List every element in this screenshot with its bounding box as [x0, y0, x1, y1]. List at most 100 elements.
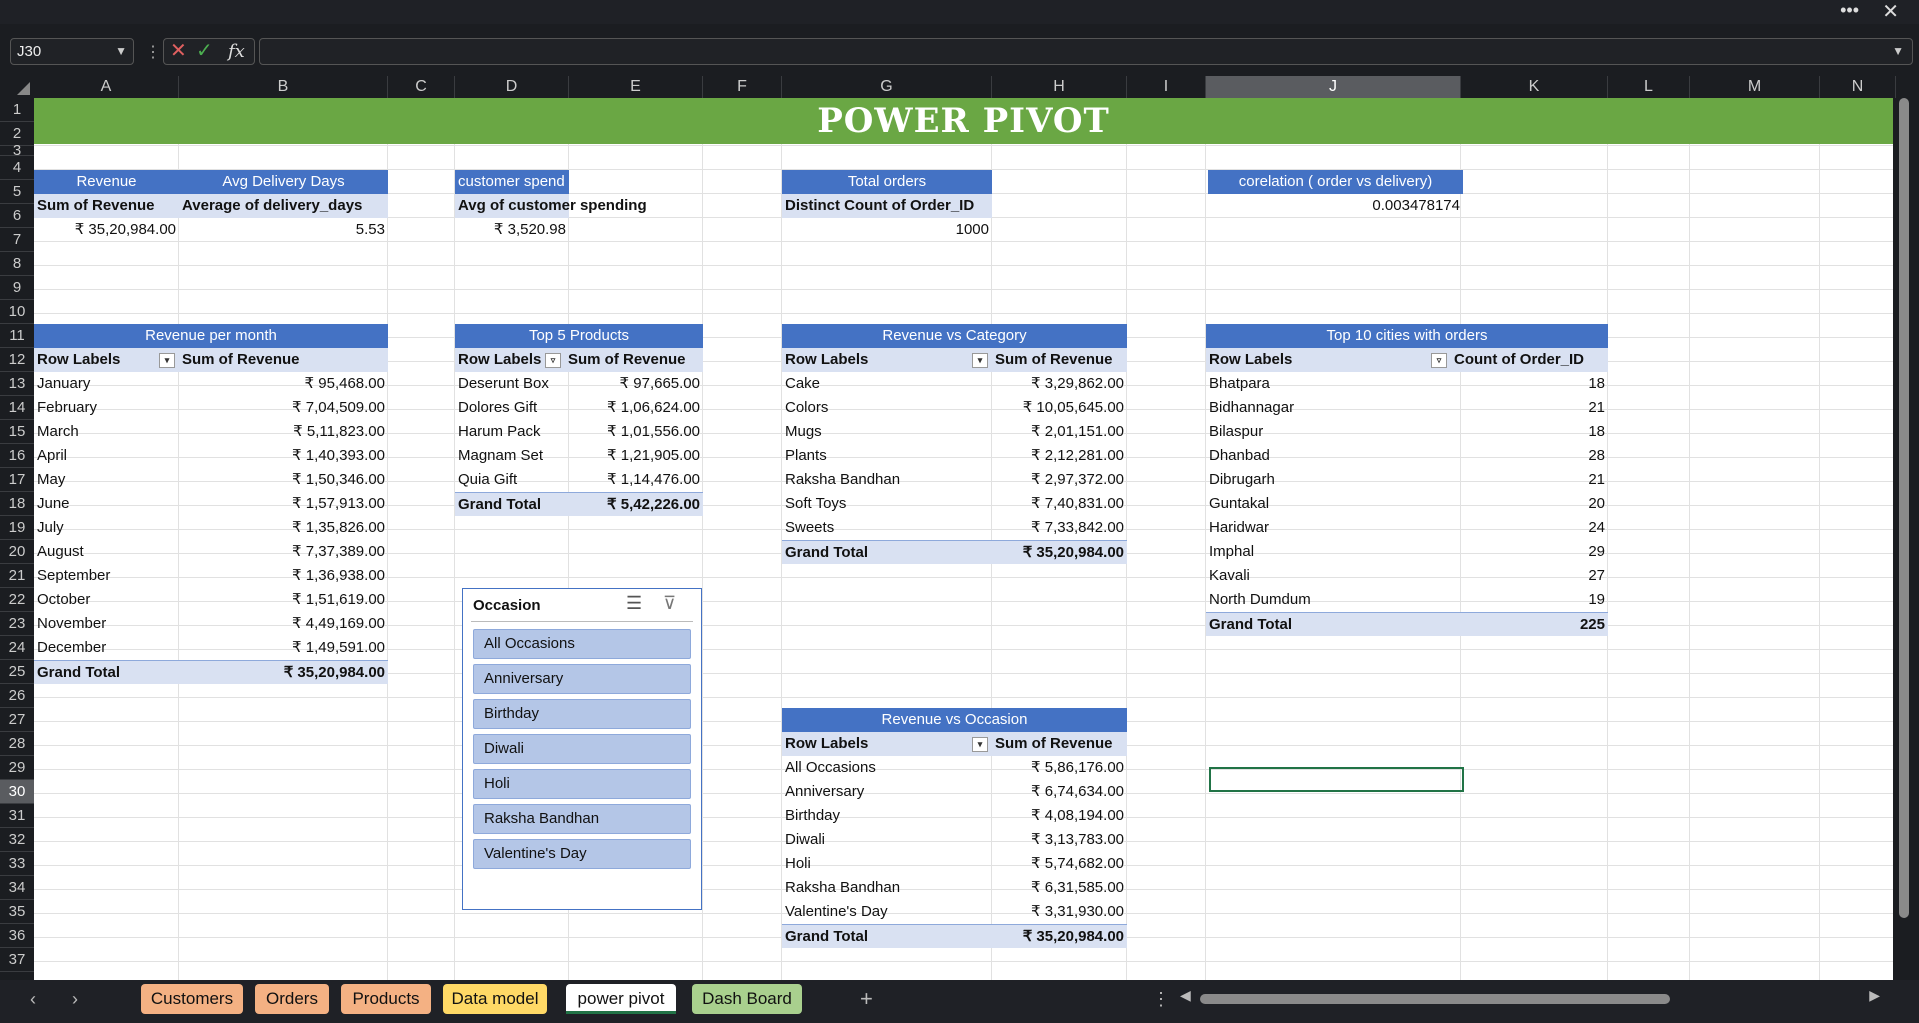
prev-sheet-icon[interactable]: ‹	[30, 980, 36, 1018]
row-header-25[interactable]: 25	[0, 660, 34, 684]
month-values-header: Sum of Revenue	[179, 348, 388, 372]
tab-dash-board[interactable]: Dash Board	[692, 984, 802, 1014]
row-header-6[interactable]: 6	[0, 204, 34, 228]
row-header-13[interactable]: 13	[0, 372, 34, 396]
function-icon[interactable]: fx	[228, 39, 245, 64]
row-header-12[interactable]: 12	[0, 348, 34, 372]
row-header-32[interactable]: 32	[0, 828, 34, 852]
row-header-35[interactable]: 35	[0, 900, 34, 924]
row-header-15[interactable]: 15	[0, 420, 34, 444]
vertical-scrollbar[interactable]	[1897, 98, 1911, 958]
column-header-n[interactable]: N	[1820, 76, 1896, 98]
row-header-10[interactable]: 10	[0, 300, 34, 324]
tab-customers[interactable]: Customers	[141, 984, 243, 1014]
slicer-item[interactable]: All Occasions	[473, 629, 691, 659]
more-options-icon[interactable]: •••	[1840, 0, 1859, 20]
column-header-m[interactable]: M	[1690, 76, 1820, 98]
row-header-19[interactable]: 19	[0, 516, 34, 540]
slicer-item[interactable]: Diwali	[473, 734, 691, 764]
grid-line	[1819, 98, 1820, 980]
scroll-right-icon[interactable]: ▶	[1869, 987, 1880, 1004]
row-header-24[interactable]: 24	[0, 636, 34, 660]
filter-dropdown-icon[interactable]: ▾	[159, 353, 175, 368]
occasion-slicer[interactable]: Occasion ☰ ⊽ All Occasions Anniversary Bir…	[462, 588, 702, 910]
row-header-26[interactable]: 26	[0, 684, 34, 708]
filter-dropdown-icon[interactable]: ▿	[545, 353, 561, 368]
multi-select-icon[interactable]: ☰	[626, 593, 642, 614]
row-header-8[interactable]: 8	[0, 252, 34, 276]
row-header-34[interactable]: 34	[0, 876, 34, 900]
column-header-i[interactable]: I	[1127, 76, 1206, 98]
row-header-9[interactable]: 9	[0, 276, 34, 300]
row-header-1[interactable]: 1	[0, 98, 34, 122]
vertical-scroll-thumb[interactable]	[1899, 98, 1909, 918]
tab-options-icon[interactable]: ⋮	[1152, 980, 1170, 1018]
row-header-27[interactable]: 27	[0, 708, 34, 732]
column-header-k[interactable]: K	[1461, 76, 1608, 98]
check-icon[interactable]: ✓	[196, 39, 213, 64]
chevron-down-icon[interactable]: ▼	[115, 39, 127, 64]
row-header-33[interactable]: 33	[0, 852, 34, 876]
slicer-item[interactable]: Holi	[473, 769, 691, 799]
next-sheet-icon[interactable]: ›	[72, 980, 78, 1018]
column-header-g[interactable]: G	[782, 76, 992, 98]
kebab-icon[interactable]: ⋮	[145, 42, 161, 62]
row-header-20[interactable]: 20	[0, 540, 34, 564]
filter-dropdown-icon[interactable]: ▾	[972, 737, 988, 752]
slicer-item[interactable]: Birthday	[473, 699, 691, 729]
formula-input[interactable]: ▼	[259, 38, 1913, 65]
column-header-e[interactable]: E	[569, 76, 703, 98]
row-header-29[interactable]: 29	[0, 756, 34, 780]
scroll-left-icon[interactable]: ◀	[1180, 987, 1191, 1004]
filter-dropdown-icon[interactable]: ▾	[972, 353, 988, 368]
row-header-30[interactable]: 30	[0, 780, 34, 804]
column-header-h[interactable]: H	[992, 76, 1127, 98]
row-header-22[interactable]: 22	[0, 588, 34, 612]
tab-power-pivot[interactable]: power pivot	[566, 984, 676, 1014]
horizontal-scroll-thumb[interactable]	[1200, 994, 1670, 1004]
row-header-16[interactable]: 16	[0, 444, 34, 468]
row-header-37[interactable]: 37	[0, 948, 34, 972]
tab-products[interactable]: Products	[341, 984, 431, 1014]
row-header-5[interactable]: 5	[0, 180, 34, 204]
slicer-item[interactable]: Raksha Bandhan	[473, 804, 691, 834]
row-header-28[interactable]: 28	[0, 732, 34, 756]
add-sheet-button[interactable]: +	[860, 980, 873, 1018]
products-row-label: Deserunt Box	[458, 375, 549, 392]
name-box[interactable]: J30 ▼	[10, 38, 134, 65]
row-header-31[interactable]: 31	[0, 804, 34, 828]
kpi-orders-header: Total orders	[782, 170, 992, 194]
row-header-23[interactable]: 23	[0, 612, 34, 636]
row-header-21[interactable]: 21	[0, 564, 34, 588]
column-header-f[interactable]: F	[703, 76, 782, 98]
row-header-7[interactable]: 7	[0, 228, 34, 252]
slicer-item[interactable]: Anniversary	[473, 664, 691, 694]
row-header-36[interactable]: 36	[0, 924, 34, 948]
column-header-c[interactable]: C	[388, 76, 455, 98]
filter-dropdown-icon[interactable]: ▿	[1431, 353, 1447, 368]
cancel-icon[interactable]: ✕	[170, 39, 187, 64]
tab-data-model[interactable]: Data model	[443, 984, 547, 1014]
row-header-3[interactable]: 3	[0, 143, 34, 158]
horizontal-scrollbar[interactable]: ◀ ▶	[1180, 987, 1880, 1004]
tab-orders[interactable]: Orders	[255, 984, 329, 1014]
column-header-l[interactable]: L	[1608, 76, 1690, 98]
slicer-item[interactable]: Valentine's Day	[473, 839, 691, 869]
active-cell-j30[interactable]	[1209, 767, 1464, 792]
column-header-j[interactable]: J	[1206, 76, 1461, 98]
row-header-17[interactable]: 17	[0, 468, 34, 492]
row-header-4[interactable]: 4	[0, 156, 34, 180]
occasion-row-value: ₹ 5,74,682.00	[1031, 855, 1124, 872]
row-header-14[interactable]: 14	[0, 396, 34, 420]
column-header-a[interactable]: A	[34, 76, 179, 98]
column-header-b[interactable]: B	[179, 76, 388, 98]
kpi-orders-label: Distinct Count of Order_ID	[782, 194, 992, 218]
expand-icon[interactable]: ▼	[1892, 44, 1904, 58]
row-header-11[interactable]: 11	[0, 324, 34, 348]
select-all-corner[interactable]	[0, 76, 34, 98]
sheet-cells[interactable]: POWER PIVOT Revenue Avg Delivery Days Su…	[34, 98, 1893, 980]
clear-filter-icon[interactable]: ⊽	[663, 593, 676, 614]
close-icon[interactable]: ✕	[1882, 0, 1899, 24]
column-header-d[interactable]: D	[455, 76, 569, 98]
row-header-18[interactable]: 18	[0, 492, 34, 516]
